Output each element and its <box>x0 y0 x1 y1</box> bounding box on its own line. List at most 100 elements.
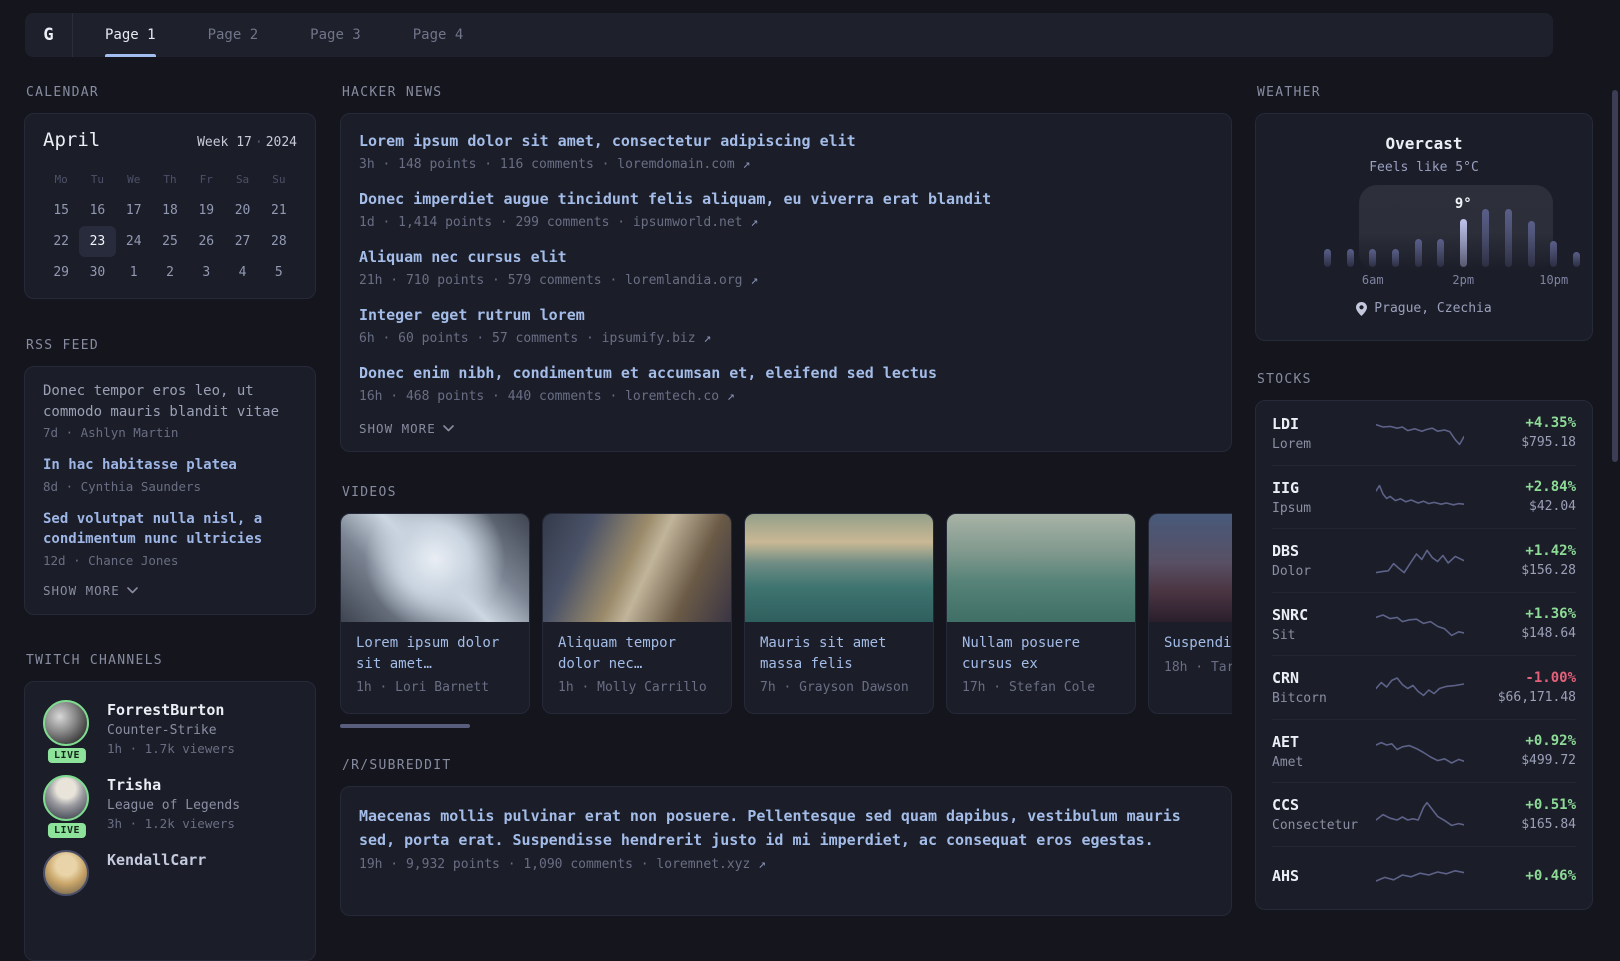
stock-change: +0.46% <box>1525 867 1576 884</box>
calendar-day[interactable]: 19 <box>188 195 224 226</box>
hn-show-more-button[interactable]: SHOW MORE <box>359 421 1213 436</box>
calendar-day[interactable]: 18 <box>152 195 188 226</box>
rss-show-more-button[interactable]: SHOW MORE <box>43 583 297 598</box>
rss-item[interactable]: In hac habitasse platea 8d · Cynthia Sau… <box>43 455 297 494</box>
twitch-channel[interactable]: LIVE ForrestBurton Counter-Strike 1h · 1… <box>43 699 297 763</box>
calendar-day[interactable]: 20 <box>224 195 260 226</box>
weather-bar-slot <box>1324 205 1331 267</box>
rss-item-title[interactable]: Donec tempor eros leo, ut commodo mauris… <box>43 381 297 422</box>
video-card[interactable]: Suspendisse diam 18h · Tara <box>1148 513 1232 714</box>
calendar-day[interactable]: 4 <box>224 257 260 288</box>
external-link-icon[interactable]: ↗ <box>758 857 766 872</box>
hn-item[interactable]: Lorem ipsum dolor sit amet, consectetur … <box>359 131 1213 172</box>
video-title[interactable]: Mauris sit amet massa felis <box>760 633 918 674</box>
calendar-day[interactable]: 1 <box>116 257 152 288</box>
calendar-day[interactable]: 23 <box>79 226 116 257</box>
tab-page-3[interactable]: Page 3 <box>284 13 387 57</box>
hn-item[interactable]: Aliquam nec cursus elit 21h · 710 points… <box>359 247 1213 288</box>
calendar-day[interactable]: 5 <box>261 257 297 288</box>
twitch-channel-name[interactable]: ForrestBurton <box>107 700 235 720</box>
stock-row[interactable]: CCS Consectetur +0.51% $165.84 <box>1272 782 1576 846</box>
video-card[interactable]: Mauris sit amet massa felis 7h · Grayson… <box>744 513 934 714</box>
calendar-day[interactable]: 26 <box>188 226 224 257</box>
hn-item-title[interactable]: Donec enim nibh, condimentum et accumsan… <box>359 363 1213 384</box>
stock-row[interactable]: DBS Dolor +1.42% $156.28 <box>1272 528 1576 592</box>
twitch-channel-name[interactable]: Trisha <box>107 775 240 795</box>
external-link-icon[interactable]: ↗ <box>750 215 758 230</box>
weather-bar <box>1527 221 1535 267</box>
stock-symbol: LDI <box>1272 414 1300 433</box>
calendar-day[interactable]: 27 <box>224 226 260 257</box>
calendar-day[interactable]: 3 <box>188 257 224 288</box>
calendar-day[interactable]: 25 <box>152 226 188 257</box>
calendar-section-title: CALENDAR <box>26 85 100 100</box>
video-title[interactable]: Nullam posuere cursus ex <box>962 633 1120 674</box>
hn-item[interactable]: Donec enim nibh, condimentum et accumsan… <box>359 363 1213 404</box>
stock-row[interactable]: CRN Bitcorn -1.00% $66,171.48 <box>1272 655 1576 719</box>
hn-item-title[interactable]: Integer eget rutrum lorem <box>359 305 1213 326</box>
weather-bar <box>1369 249 1377 267</box>
stock-row[interactable]: IIG Ipsum +2.84% $42.04 <box>1272 464 1576 529</box>
calendar-day[interactable]: 15 <box>43 195 79 226</box>
stock-name: Ipsum <box>1272 500 1312 516</box>
tab-page-2[interactable]: Page 2 <box>182 13 285 57</box>
calendar-day[interactable]: 22 <box>43 226 79 257</box>
external-link-icon[interactable]: ↗ <box>743 157 751 172</box>
chevron-down-icon <box>442 425 454 432</box>
weather-bar-slot <box>1482 205 1490 267</box>
weather-bar-slot <box>1527 205 1535 267</box>
page-scrollbar-thumb[interactable] <box>1612 90 1618 462</box>
rss-item-title[interactable]: In hac habitasse platea <box>43 455 297 476</box>
external-link-icon[interactable]: ↗ <box>750 273 758 288</box>
stock-row[interactable]: LDI Lorem +4.35% $795.18 <box>1272 401 1576 465</box>
calendar-day[interactable]: 28 <box>261 226 297 257</box>
video-thumbnail[interactable] <box>341 514 529 622</box>
calendar-day[interactable]: 30 <box>79 257 115 288</box>
video-card[interactable]: Aliquam tempor dolor nec pharetra… 1h · … <box>542 513 732 714</box>
video-thumbnail[interactable] <box>745 514 933 622</box>
video-title[interactable]: Suspendisse diam <box>1164 633 1232 654</box>
calendar-day[interactable]: 2 <box>152 257 188 288</box>
stock-row[interactable]: AHS +0.46% <box>1272 845 1576 910</box>
video-title[interactable]: Aliquam tempor dolor nec pharetra… <box>558 633 716 674</box>
external-link-icon[interactable]: ↗ <box>727 389 735 404</box>
calendar-day[interactable]: 29 <box>43 257 79 288</box>
stock-row[interactable]: AET Amet +0.92% $499.72 <box>1272 718 1576 783</box>
video-thumbnail[interactable] <box>543 514 731 622</box>
rss-item[interactable]: Sed volutpat nulla nisl, a condimentum n… <box>43 509 297 568</box>
subreddit-item[interactable]: Maecenas mollis pulvinar erat non posuer… <box>359 804 1213 872</box>
hn-item[interactable]: Donec imperdiet augue tincidunt felis al… <box>359 189 1213 230</box>
rss-item[interactable]: Donec tempor eros leo, ut commodo mauris… <box>43 381 297 440</box>
twitch-channel[interactable]: KendallCarr <box>43 849 297 896</box>
left-column: CALENDAR April Week 17 · 2024 Mo Tu We Th Fr Sa… <box>24 85 316 961</box>
video-thumbnail[interactable] <box>947 514 1135 622</box>
calendar-day[interactable]: 16 <box>79 195 115 226</box>
video-card[interactable]: Lorem ipsum dolor sit amet consectetu… 1… <box>340 513 530 714</box>
hn-item-title[interactable]: Aliquam nec cursus elit <box>359 247 1213 268</box>
tab-page-4[interactable]: Page 4 <box>387 13 490 57</box>
hn-item-meta: 16h · 468 points · 440 comments · loremt… <box>359 389 1213 404</box>
rss-item-title[interactable]: Sed volutpat nulla nisl, a condimentum n… <box>43 509 297 550</box>
calendar-day[interactable]: 21 <box>261 195 297 226</box>
tab-page-1[interactable]: Page 1 <box>79 13 182 57</box>
hn-item[interactable]: Integer eget rutrum lorem 6h · 60 points… <box>359 305 1213 346</box>
subreddit-post-title[interactable]: Maecenas mollis pulvinar erat non posuer… <box>359 804 1213 852</box>
stock-symbol: CRN <box>1272 669 1300 688</box>
videos-carousel[interactable]: Lorem ipsum dolor sit amet consectetu… 1… <box>340 513 1232 714</box>
calendar-day[interactable]: 17 <box>116 195 152 226</box>
video-card[interactable]: Nullam posuere cursus ex 17h · Stefan Co… <box>946 513 1136 714</box>
external-link-icon[interactable]: ↗ <box>703 331 711 346</box>
twitch-channel-name[interactable]: KendallCarr <box>107 850 206 870</box>
videos-scrollbar-thumb[interactable] <box>340 724 470 728</box>
video-thumbnail[interactable] <box>1149 514 1232 622</box>
weather-location-row[interactable]: Prague, Czechia <box>1272 301 1576 316</box>
stock-change: +0.92% <box>1525 733 1576 750</box>
hn-item-title[interactable]: Lorem ipsum dolor sit amet, consectetur … <box>359 131 1213 152</box>
hn-item-title[interactable]: Donec imperdiet augue tincidunt felis al… <box>359 189 1213 210</box>
subreddit-post-meta: 19h · 9,932 points · 1,090 comments · lo… <box>359 857 1213 872</box>
video-title[interactable]: Lorem ipsum dolor sit amet consectetu… <box>356 633 514 674</box>
weather-card: Overcast Feels like 5°C 6am 2pm 9° 10pm Pra… <box>1255 113 1593 341</box>
twitch-channel[interactable]: LIVE Trisha League of Legends 3h · 1.2k … <box>43 774 297 838</box>
calendar-day[interactable]: 24 <box>116 226 152 257</box>
stock-row[interactable]: SNRC Sit +1.36% $148.64 <box>1272 591 1576 656</box>
